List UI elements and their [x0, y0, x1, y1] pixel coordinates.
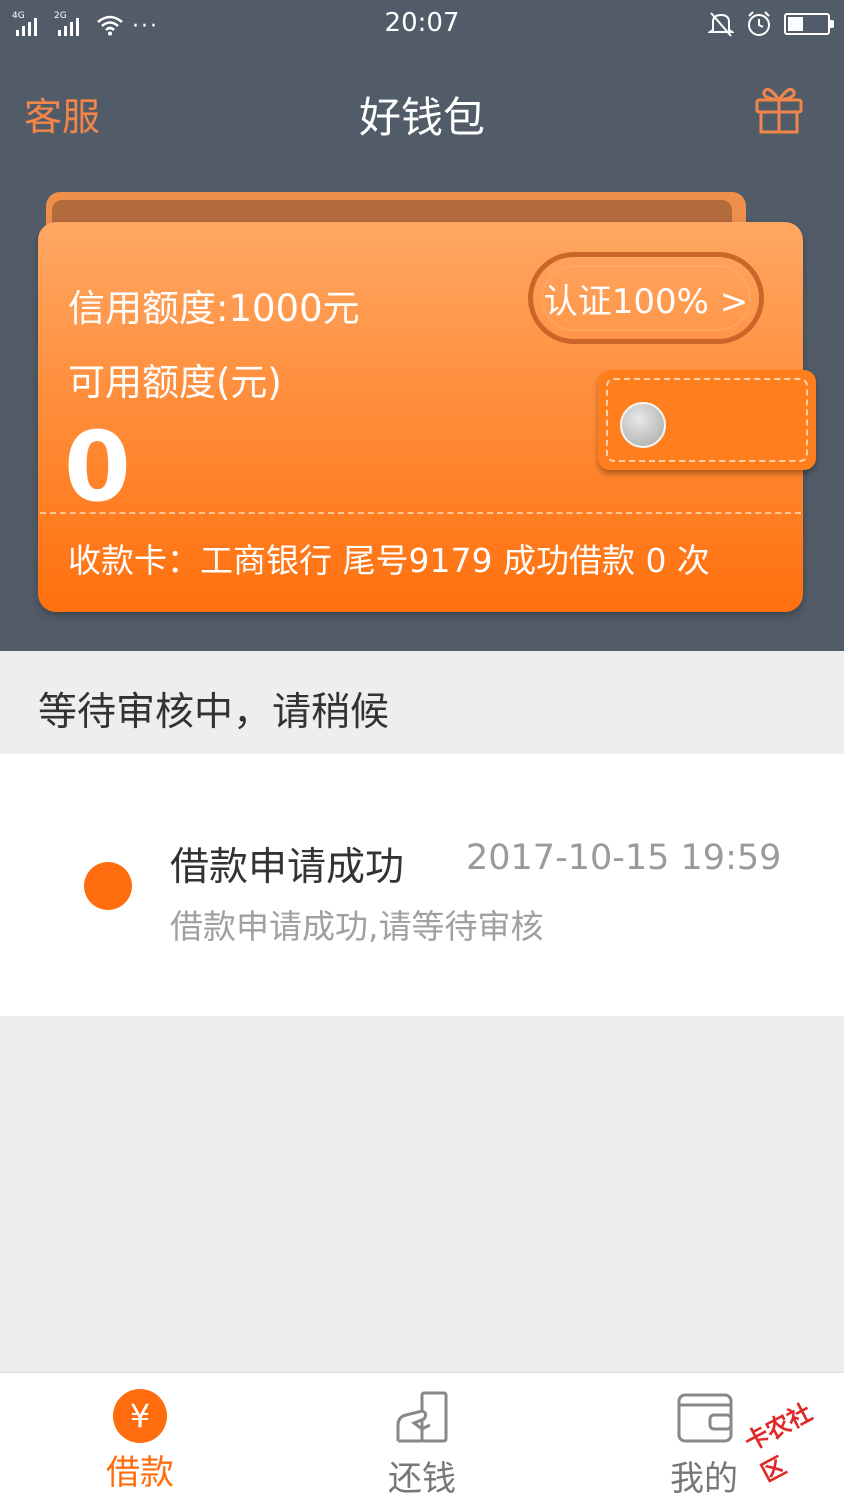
timeline-desc: 借款申请成功,请等待审核: [170, 907, 544, 946]
credit-limit: 信用额度:1000元: [68, 287, 360, 330]
review-status-text: 等待审核中，请稍候: [38, 690, 390, 735]
certification-button[interactable]: 认证100% >: [528, 252, 764, 344]
tab-borrow[interactable]: ¥ 借款: [40, 1373, 240, 1500]
timeline: 借款申请成功 2017-10-15 19:59 借款申请成功,请等待审核: [0, 754, 844, 1016]
mute-bell-icon: [708, 12, 734, 37]
wallet-clasp: [598, 370, 816, 470]
tab-borrow-label: 借款: [106, 1453, 174, 1493]
yen-icon: ¥: [113, 1389, 167, 1443]
nav-bar: 客服 好钱包: [0, 60, 844, 160]
available-value: 0: [64, 411, 131, 523]
repay-icon: [396, 1391, 448, 1443]
divider: [40, 512, 801, 514]
review-status-bar: 等待审核中，请稍候: [0, 651, 844, 754]
header-area: 4G 2G ··· 20:07 客服 好钱包 信用额度:1000元 可用额度(元…: [0, 0, 844, 651]
payee-card-info: 收款卡：工商银行 尾号9179 成功借款 0 次: [68, 541, 710, 580]
clasp-button-icon: [620, 402, 666, 448]
gift-icon[interactable]: [754, 82, 804, 134]
timeline-title: 借款申请成功: [170, 845, 405, 890]
tab-repay-label: 还钱: [388, 1459, 456, 1499]
tab-repay[interactable]: 还钱: [322, 1373, 522, 1500]
tab-bar: ¥ 借款 还钱 我的: [0, 1372, 844, 1500]
wallet-icon: [677, 1393, 733, 1443]
page-title: 好钱包: [358, 93, 485, 142]
status-bar: 4G 2G ··· 20:07: [0, 0, 844, 48]
timeline-time: 2017-10-15 19:59: [466, 838, 782, 878]
alarm-icon: [748, 11, 770, 36]
available-label: 可用额度(元): [68, 361, 282, 404]
battery-icon: [784, 13, 834, 35]
timeline-dot-icon: [84, 862, 132, 910]
